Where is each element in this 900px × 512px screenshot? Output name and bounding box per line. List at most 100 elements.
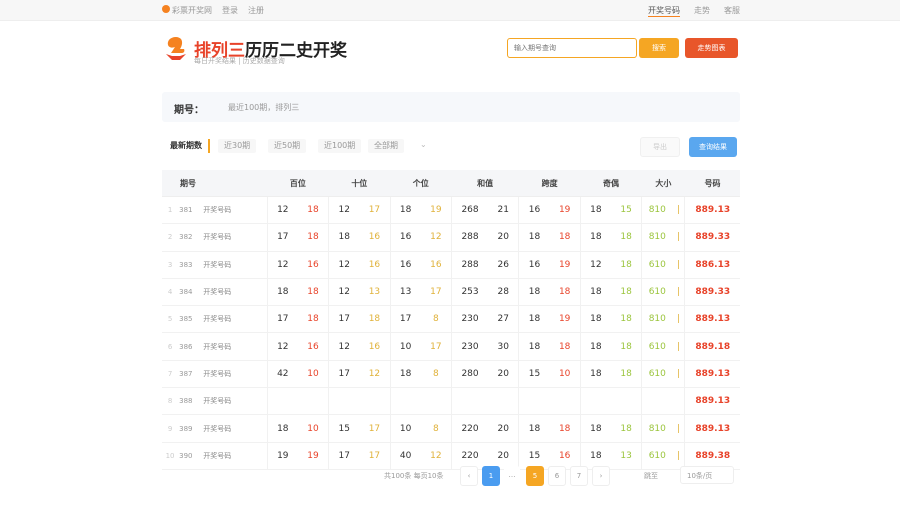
- tab-100[interactable]: 近100期: [318, 139, 362, 153]
- header-parity[interactable]: 奇偶: [580, 170, 642, 197]
- row-cell: 19: [297, 442, 330, 470]
- header-units[interactable]: 个位: [390, 170, 452, 197]
- row-cell: 18: [549, 332, 581, 361]
- page-5-button[interactable]: 5: [526, 466, 544, 486]
- header-tens[interactable]: 十位: [328, 170, 391, 197]
- table-row[interactable]: 8 388 开奖号码 889.13: [162, 387, 740, 416]
- row-cell: 18: [297, 305, 330, 334]
- row-cell: 17: [328, 305, 360, 334]
- row-index: 10: [162, 442, 179, 470]
- site-name[interactable]: 彩票开奖网: [162, 5, 212, 16]
- row-cell: |: [672, 332, 686, 361]
- top-bar-left: 彩票开奖网 登录 注册: [162, 5, 264, 16]
- table-body: 1 381 开奖号码 12 18 12 17 18 19 268 21 16 19 18 15 810 | 889…: [162, 196, 740, 470]
- page-7-button[interactable]: 7: [570, 466, 588, 486]
- row-cell: 40: [390, 442, 421, 470]
- search-button[interactable]: 搜索: [639, 38, 679, 58]
- row-cell: 18: [580, 196, 611, 225]
- export-button[interactable]: 导出: [640, 137, 680, 157]
- row-cell: [359, 387, 391, 416]
- row-cell: 15: [518, 360, 550, 389]
- top-link-results[interactable]: 开奖号码: [648, 5, 680, 17]
- row-cell: 17: [267, 223, 298, 252]
- row-name: 开奖号码: [202, 196, 268, 225]
- row-cell: 610: [641, 442, 673, 470]
- top-link-trend[interactable]: 走势: [694, 5, 710, 17]
- table-row[interactable]: 7 387 开奖号码 42 10 17 12 18 8 280 20 15 10 18 18 610 | 889.…: [162, 360, 740, 389]
- tab-bar: 最新期数 近30期 近50期 近100期 全部期 ⌄ 导出 查询结果: [162, 136, 740, 158]
- tab-30[interactable]: 近30期: [218, 139, 257, 153]
- row-cell: 16: [420, 251, 452, 279]
- header-size[interactable]: 大小: [641, 170, 685, 197]
- prev-page-button[interactable]: ‹: [460, 466, 478, 486]
- row-cell: [672, 387, 686, 416]
- row-cell: 18: [580, 360, 611, 389]
- row-cell: 42: [267, 360, 298, 389]
- header-issue[interactable]: 期号: [162, 170, 268, 197]
- row-cell: 12: [267, 251, 298, 279]
- next-page-button[interactable]: ›: [592, 466, 610, 486]
- top-link-service[interactable]: 客服: [724, 5, 740, 17]
- row-cell: 610: [641, 251, 673, 279]
- trend-chart-button[interactable]: 走势图表: [685, 38, 738, 58]
- table-row[interactable]: 5 385 开奖号码 17 18 17 18 17 8 230 27 18 19 18 18 810 | 889.…: [162, 305, 740, 334]
- row-cell: 17: [267, 305, 298, 334]
- row-cell: 21: [488, 196, 520, 225]
- row-cell: 18: [580, 305, 611, 334]
- row-cell: 19: [549, 196, 581, 225]
- login-link[interactable]: 登录: [222, 5, 238, 16]
- header-number[interactable]: 号码: [684, 170, 740, 197]
- page-1-button[interactable]: 1: [482, 466, 500, 486]
- row-cell: 810: [641, 305, 673, 334]
- header-sum[interactable]: 和值: [451, 170, 519, 197]
- row-cell: 10: [390, 332, 421, 361]
- search-input[interactable]: [507, 38, 637, 58]
- row-issue-id: 387: [178, 360, 203, 389]
- row-cell: 16: [297, 332, 330, 361]
- row-issue-id: 386: [178, 332, 203, 361]
- tab-50[interactable]: 近50期: [268, 139, 307, 153]
- page-size-select[interactable]: 10条/页: [680, 466, 734, 484]
- row-total: 889.13: [684, 387, 740, 416]
- row-cell: 12: [328, 196, 360, 225]
- row-cell: 18: [267, 414, 298, 443]
- tab-all[interactable]: 全部期: [368, 139, 404, 153]
- row-cell: 20: [488, 414, 520, 443]
- chevron-down-icon[interactable]: ⌄: [420, 140, 427, 149]
- query-button[interactable]: 查询结果: [689, 137, 737, 157]
- row-cell: 12: [267, 332, 298, 361]
- table-row[interactable]: 1 381 开奖号码 12 18 12 17 18 19 268 21 16 19 18 15 810 | 889…: [162, 196, 740, 225]
- row-cell: [610, 387, 643, 416]
- row-cell: [420, 387, 452, 416]
- row-cell: 19: [420, 196, 452, 225]
- row-total: 889.33: [684, 278, 740, 307]
- row-cell: 18: [359, 305, 391, 334]
- row-cell: 18: [297, 223, 330, 252]
- row-cell: 280: [451, 360, 489, 389]
- row-index: 6: [162, 332, 179, 361]
- page-6-button[interactable]: 6: [548, 466, 566, 486]
- table-row[interactable]: 9 389 开奖号码 18 10 15 17 10 8 220 20 18 18 18 18 810 | 889.…: [162, 414, 740, 443]
- row-name: 开奖号码: [202, 305, 268, 334]
- row-cell: 288: [451, 223, 489, 252]
- header-hundreds[interactable]: 百位: [267, 170, 329, 197]
- row-cell: 12: [267, 196, 298, 225]
- table-header-row: 期号 百位 十位 个位 和值 跨度 奇偶 大小 号码: [162, 170, 740, 197]
- row-total: 889.13: [684, 196, 740, 225]
- row-cell: 19: [267, 442, 298, 470]
- tab-latest[interactable]: 最新期数: [170, 139, 210, 153]
- table-row[interactable]: 10 390 开奖号码 19 19 17 17 40 12 220 20 15 16 18 13 610 | 88…: [162, 442, 740, 470]
- row-cell: 610: [641, 332, 673, 361]
- table-row[interactable]: 3 383 开奖号码 12 16 12 16 16 16 288 26 16 19 12 18 610 | 886…: [162, 251, 740, 279]
- register-link[interactable]: 注册: [248, 5, 264, 16]
- header-span[interactable]: 跨度: [518, 170, 581, 197]
- row-cell: 17: [390, 305, 421, 334]
- table-row[interactable]: 2 382 开奖号码 17 18 18 16 16 12 288 20 18 18 18 18 810 | 889…: [162, 223, 740, 252]
- row-cell: 610: [641, 278, 673, 307]
- row-issue-id: 389: [178, 414, 203, 443]
- row-cell: 288: [451, 251, 489, 279]
- row-cell: 10: [297, 414, 330, 443]
- table-row[interactable]: 6 386 开奖号码 12 16 12 16 10 17 230 30 18 18 18 18 610 | 889…: [162, 332, 740, 361]
- table-row[interactable]: 4 384 开奖号码 18 18 12 13 13 17 253 28 18 18 18 18 610 | 889…: [162, 278, 740, 307]
- row-cell: 12: [580, 251, 611, 279]
